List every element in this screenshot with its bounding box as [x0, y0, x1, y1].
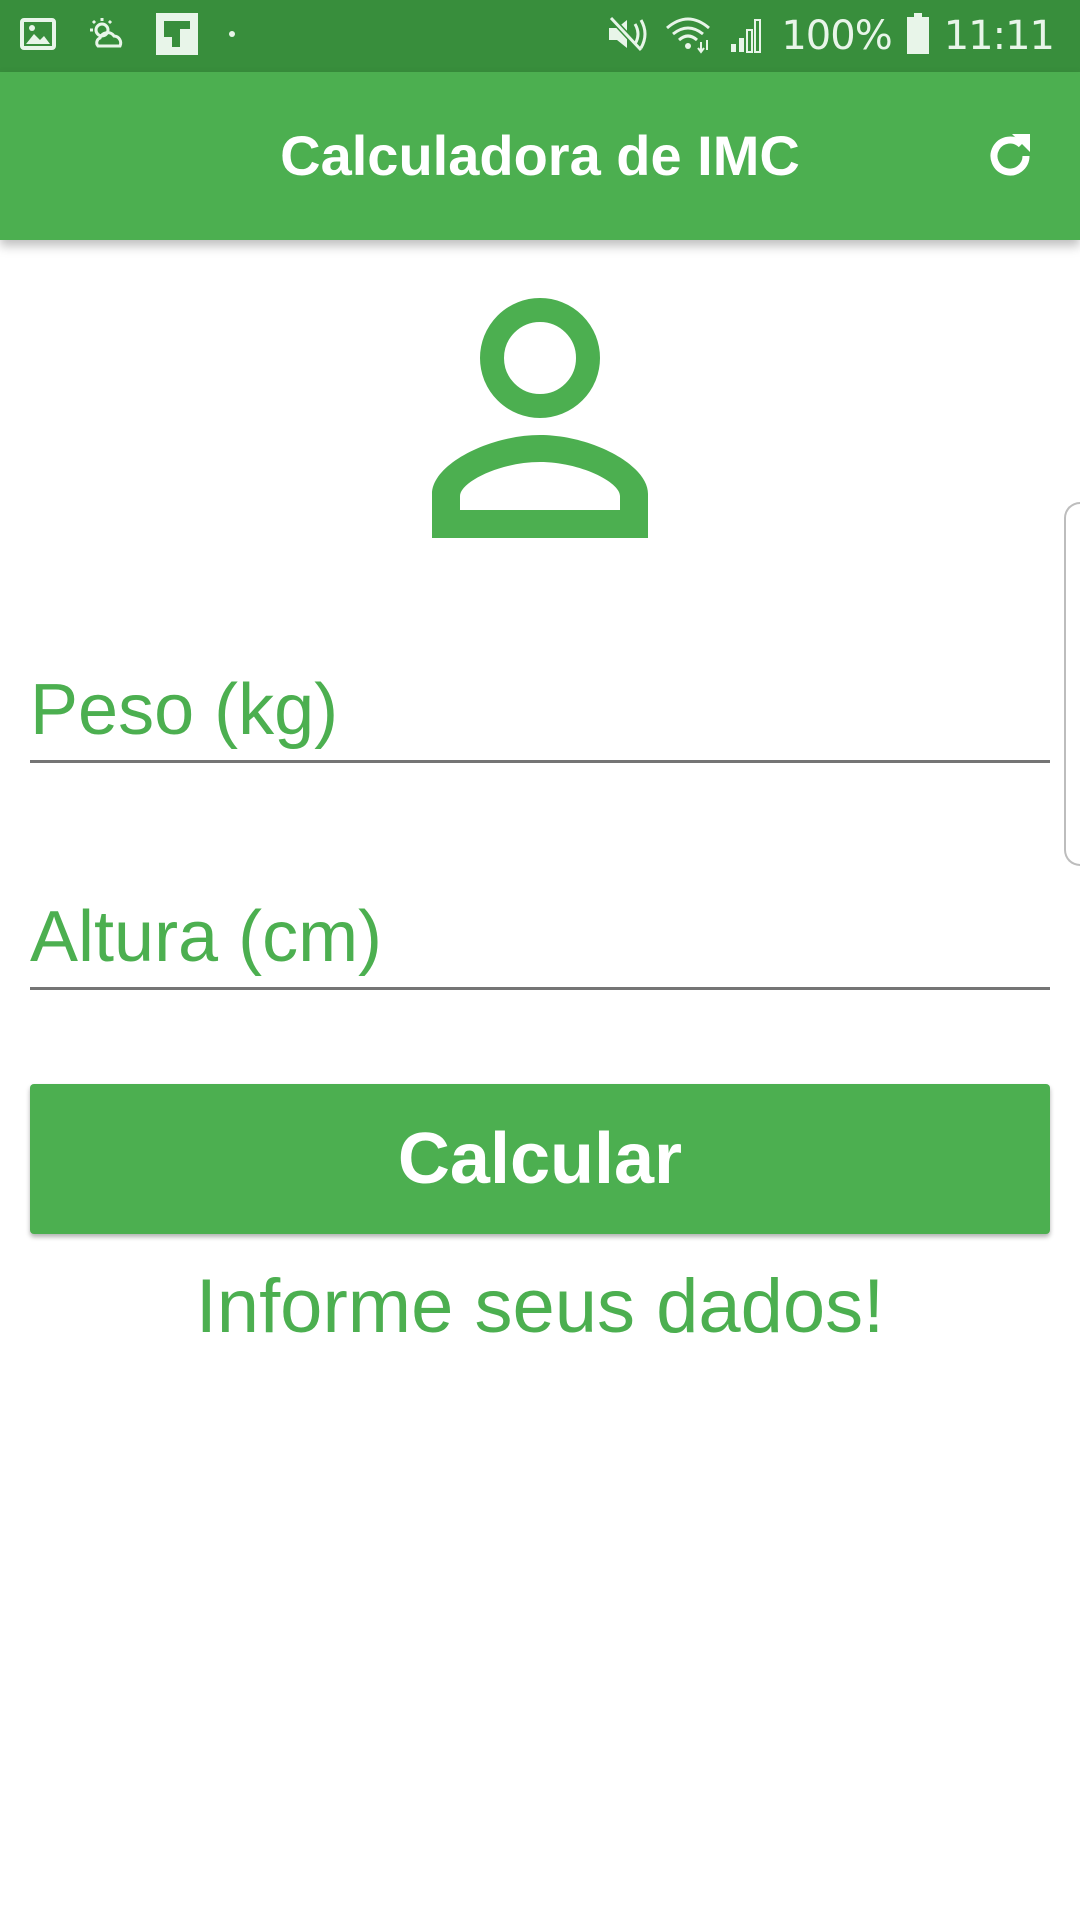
battery-percent: 100% [781, 13, 892, 59]
height-input[interactable] [30, 887, 1050, 987]
status-bar: 100% 11:11 [0, 0, 1080, 72]
weight-field[interactable] [30, 660, 1050, 763]
system-indicators: 100% 11:11 [605, 0, 1055, 72]
person-outline-icon [420, 298, 660, 538]
app-bar: Calculadora de IMC [0, 72, 1080, 240]
height-field[interactable] [30, 887, 1050, 990]
edge-panel-handle[interactable] [1064, 502, 1080, 866]
info-text: Informe seus dados! [195, 1264, 885, 1349]
weight-input[interactable] [30, 660, 1050, 760]
battery-icon [906, 12, 930, 60]
flipboard-icon [156, 12, 198, 60]
dot-icon [226, 27, 238, 45]
signal-icon [727, 14, 767, 59]
notification-icons [20, 12, 238, 60]
weather-icon [84, 16, 128, 57]
gallery-icon [20, 16, 56, 57]
page-title: Calculadora de IMC [280, 124, 800, 187]
calculate-button[interactable]: Calcular [30, 1084, 1050, 1234]
mute-icon [605, 14, 649, 59]
refresh-icon [990, 134, 1030, 176]
wifi-icon [663, 14, 713, 59]
clock: 11:11 [943, 13, 1055, 59]
refresh-button[interactable] [978, 124, 1042, 188]
